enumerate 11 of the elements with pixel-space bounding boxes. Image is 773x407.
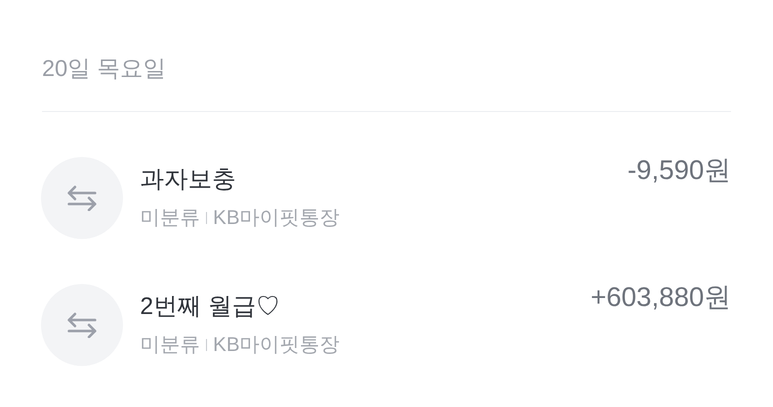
account-name: KB마이핏통장 (213, 206, 340, 231)
category-label: 미분류 (140, 206, 200, 231)
category-label: 미분류 (140, 333, 200, 358)
date-header: 20일 목요일 (42, 54, 166, 83)
account-name: KB마이핏통장 (213, 333, 340, 358)
transfer-arrows-icon (66, 312, 98, 338)
transaction-title: 과자보충 (140, 165, 236, 195)
transaction-amount: +603,880원 (590, 281, 731, 314)
transaction-title: 2번째 월급♡ (140, 292, 280, 322)
transaction-amount: -9,590원 (627, 154, 731, 187)
transfer-arrows-icon (66, 185, 98, 211)
